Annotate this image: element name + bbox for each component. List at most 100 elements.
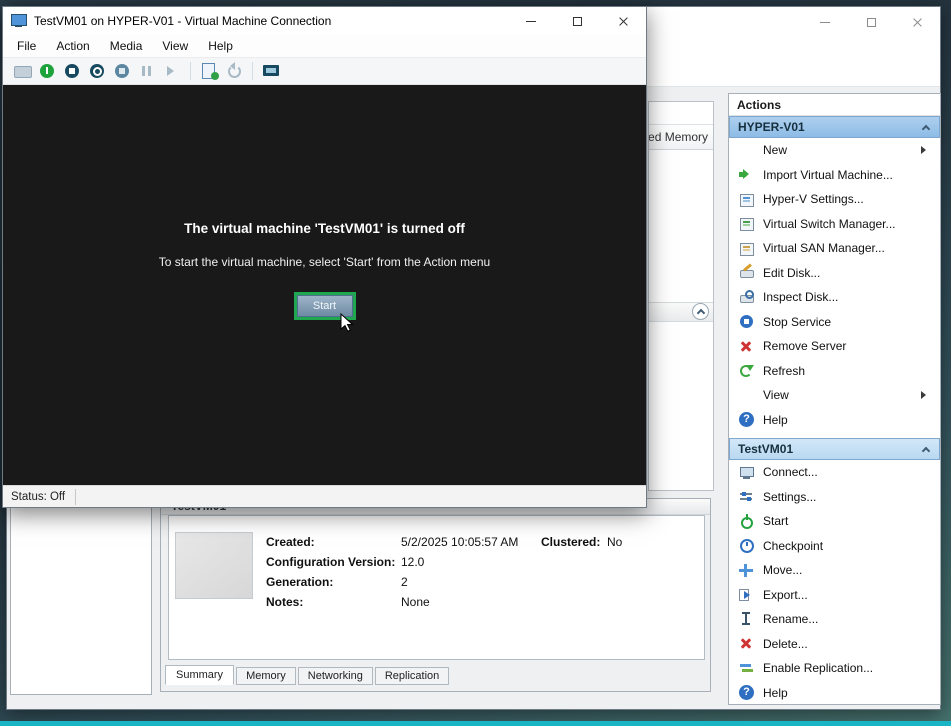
actions-pane: Actions HYPER-V01 New Import Virtual Mac… [728,93,941,705]
menu-help[interactable]: Help [198,35,243,57]
hyperv-manager-window-controls [802,7,940,37]
action-item-rename[interactable]: Rename... [729,607,940,632]
shut-down-icon[interactable] [86,60,108,82]
replication-icon [739,661,754,676]
details-tabs: Summary Memory Networking Replication [165,665,449,685]
minimize-icon [820,22,830,23]
revert-icon[interactable] [223,60,245,82]
action-item-virtual-san-manager[interactable]: Virtual SAN Manager... [729,236,940,261]
action-item-export[interactable]: Export... [729,583,940,608]
field-generation: Generation:2 [266,572,408,592]
field-created: Created:5/2/2025 10:05:57 AM [266,532,518,552]
chevron-up-icon [922,124,930,132]
close-icon [912,17,923,28]
menu-bar: File Action Media View Help [3,35,646,57]
menu-file[interactable]: File [7,35,46,57]
action-item-import-virtual-machine[interactable]: Import Virtual Machine... [729,163,940,188]
actions-group-header-testvm01[interactable]: TestVM01 [729,438,940,460]
save-state-icon[interactable] [111,60,133,82]
settings-panel-icon [739,192,754,207]
actions-pane-title: Actions [729,94,940,116]
help-icon [739,412,754,427]
turn-off-icon[interactable] [61,60,83,82]
action-item-remove-server[interactable]: Remove Server [729,334,940,359]
tab-memory[interactable]: Memory [236,667,296,685]
import-icon [739,167,754,182]
start-icon [739,514,754,529]
server-tree-panel [10,498,152,695]
start-vm-icon[interactable] [36,60,58,82]
vm-screen: The virtual machine 'TestVM01' is turned… [3,85,646,485]
action-item-start[interactable]: Start [729,509,940,534]
minimize-button[interactable] [508,7,554,35]
remove-server-icon [739,339,754,354]
action-item-new[interactable]: New [729,138,940,163]
delete-icon [739,636,754,651]
vm-connection-window: TestVM01 on HYPER-V01 - Virtual Machine … [2,6,647,508]
maximize-button[interactable] [848,7,894,37]
action-item-connect[interactable]: Connect... [729,460,940,485]
minimize-icon [526,21,536,22]
action-item-enable-replication[interactable]: Enable Replication... [729,656,940,681]
menu-view[interactable]: View [152,35,198,57]
actions-group-header-hyperv01[interactable]: HYPER-V01 [729,116,940,138]
enhanced-session-icon[interactable] [260,60,282,82]
move-icon [739,563,754,578]
close-icon [618,16,629,27]
close-button[interactable] [600,7,646,35]
action-item-view[interactable]: View [729,383,940,408]
tab-networking[interactable]: Networking [298,667,373,685]
submenu-arrow-icon [921,146,930,154]
close-button[interactable] [894,7,940,37]
settings-icon [739,489,754,504]
edit-disk-icon [739,265,754,280]
maximize-icon [573,17,582,26]
action-item-settings[interactable]: Settings... [729,485,940,510]
vm-off-message: The virtual machine 'TestVM01' is turned… [3,221,646,236]
action-item-move[interactable]: Move... [729,558,940,583]
rename-icon [739,612,754,627]
action-item-delete[interactable]: Delete... [729,632,940,657]
action-item-stop-service[interactable]: Stop Service [729,310,940,335]
pause-icon[interactable] [136,60,158,82]
ctrl-alt-del-icon[interactable] [11,60,33,82]
chevron-up-icon [922,446,930,454]
field-clustered: Clustered:No [541,532,622,552]
status-separator [75,489,76,505]
vm-details-panel: TestVM01 Created:5/2/2025 10:05:57 AM Co… [160,498,711,692]
mouse-cursor [340,313,354,333]
action-item-virtual-switch-manager[interactable]: Virtual Switch Manager... [729,212,940,237]
toolbar [3,57,646,85]
inspect-disk-icon [739,290,754,305]
maximize-button[interactable] [554,7,600,35]
field-notes: Notes:None [266,592,430,612]
checkpoint-icon [739,538,754,553]
minimize-button[interactable] [802,7,848,37]
menu-action[interactable]: Action [46,35,99,57]
desktop: Assigned Memory Actions HYPER-V01 New Im… [0,0,951,726]
menu-media[interactable]: Media [100,35,153,57]
san-manager-icon [739,241,754,256]
action-item-help-vm[interactable]: Help [729,681,940,706]
action-item-checkpoint[interactable]: Checkpoint [729,534,940,559]
step-icon[interactable] [161,60,183,82]
status-bar: Status: Off [3,485,646,507]
action-item-edit-disk[interactable]: Edit Disk... [729,261,940,286]
tab-summary[interactable]: Summary [165,665,234,685]
action-item-help-server[interactable]: Help [729,408,940,433]
details-summary-box: Created:5/2/2025 10:05:57 AM Configurati… [168,515,705,660]
action-item-refresh[interactable]: Refresh [729,359,940,384]
switch-manager-icon [739,216,754,231]
field-configuration-version: Configuration Version:12.0 [266,552,424,572]
tab-replication[interactable]: Replication [375,667,449,685]
help-icon [739,685,754,700]
action-item-inspect-disk[interactable]: Inspect Disk... [729,285,940,310]
checkpoint-icon[interactable] [198,60,220,82]
collapse-section-button[interactable] [692,303,709,320]
vm-connection-window-controls [508,7,646,35]
vm-off-hint: To start the virtual machine, select 'St… [3,255,646,269]
vm-thumbnail [175,532,253,599]
assigned-memory-column-header[interactable]: Assigned Memory [649,124,713,150]
action-item-hyperv-settings[interactable]: Hyper-V Settings... [729,187,940,212]
submenu-arrow-icon [921,391,930,399]
